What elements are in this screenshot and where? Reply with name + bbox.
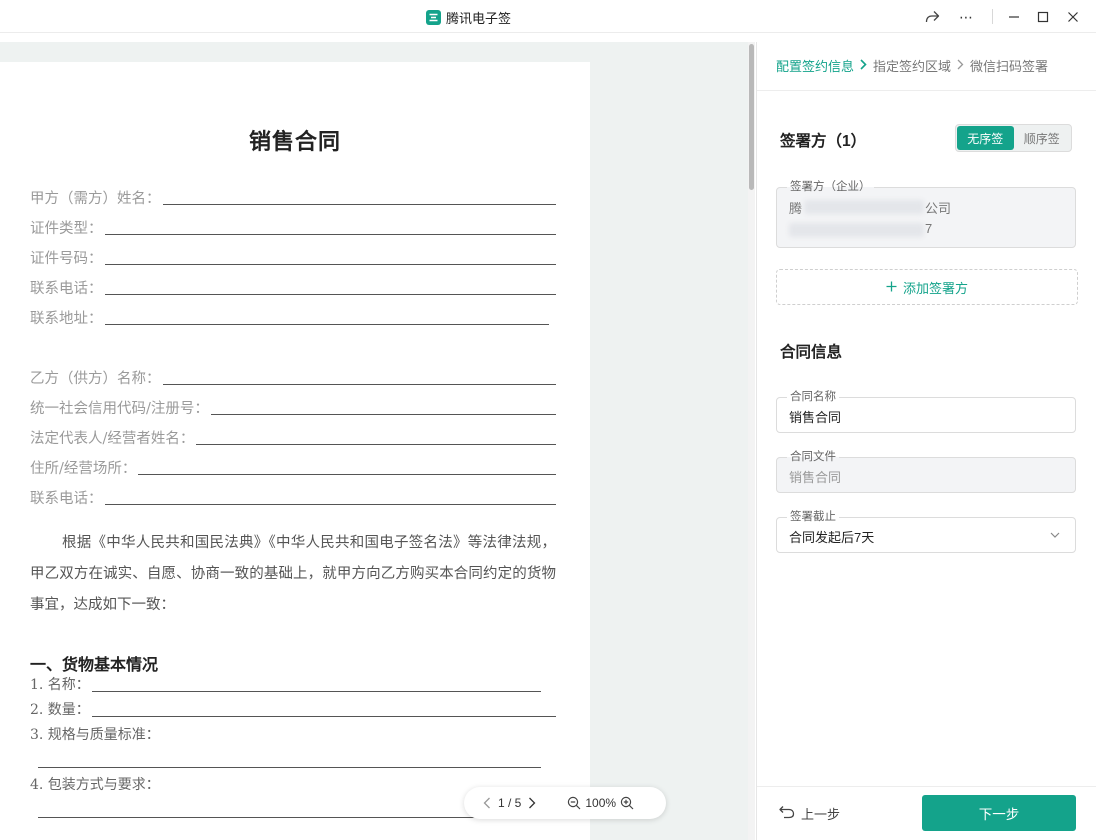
- contract-name-label: 合同名称: [787, 390, 839, 404]
- redacted-contact: [789, 223, 924, 237]
- signer-company-start: 腾: [789, 201, 803, 216]
- signer-card[interactable]: 签署方（企业） 腾 公司 7: [776, 180, 1076, 248]
- contract-info-title: 合同信息: [780, 344, 843, 361]
- party-b-credit-code-field: 统一社会信用代码/注册号：: [30, 396, 556, 418]
- zoom-level: 100%: [585, 796, 617, 810]
- document-scrollbar[interactable]: [748, 42, 755, 840]
- minimize-icon[interactable]: [1003, 6, 1025, 28]
- add-signer-button[interactable]: 添加签署方: [776, 269, 1078, 305]
- chevron-right-icon: [957, 59, 964, 73]
- spec-blank-line: [38, 767, 541, 768]
- titlebar-divider: [992, 9, 993, 24]
- signer-section-title: 签署方（1）: [780, 133, 867, 150]
- step-area[interactable]: 指定签约区域: [873, 56, 951, 75]
- zoom-in-icon[interactable]: [617, 793, 637, 813]
- step-wechat-sign[interactable]: 微信扫码签署: [970, 56, 1048, 75]
- document-title: 销售合同: [248, 130, 341, 155]
- intro-paragraph: 根据《中华人民共和国民法典》《中华人民共和国电子签名法》等法律法规，甲乙双方在诚…: [30, 535, 556, 613]
- party-a-address-field: 联系地址：: [30, 306, 549, 328]
- party-b-phone-field: 联系电话：: [30, 486, 556, 508]
- contract-file-value: 销售合同: [789, 470, 842, 485]
- contract-name-value: 销售合同: [789, 410, 842, 425]
- footer-divider: [757, 786, 1096, 787]
- chevron-down-icon: [1049, 529, 1061, 541]
- deadline-label: 签署截止: [787, 510, 839, 524]
- share-icon[interactable]: [921, 6, 943, 28]
- config-panel: 配置签约信息 指定签约区域 微信扫码签署 签署方（1） 无序签 顺序签 签署方（…: [756, 42, 1096, 840]
- zoom-out-icon[interactable]: [564, 793, 584, 813]
- party-a-phone-field: 联系电话：: [30, 276, 556, 298]
- signer-contact-end: 7: [925, 221, 933, 236]
- party-a-id-type-field: 证件类型：: [30, 216, 556, 238]
- plus-icon: [886, 280, 897, 295]
- party-b-name-field: 乙方（供方）名称：: [30, 366, 556, 388]
- party-a-name-field: 甲方（需方）姓名：: [30, 186, 556, 208]
- document-page: 销售合同 甲方（需方）姓名： 证件类型： 证件号码： 联系电话： 联系地址： 乙…: [0, 62, 590, 840]
- section-heading: 一、货物基本情况: [30, 655, 159, 674]
- contract-file-label: 合同文件: [787, 450, 839, 464]
- title-bar: 腾讯电子签 ⋯: [0, 0, 1096, 33]
- prev-page-icon[interactable]: [477, 793, 497, 813]
- chevron-right-icon: [860, 58, 867, 73]
- page-indicator: 1 / 5: [498, 796, 522, 810]
- close-icon[interactable]: [1062, 6, 1084, 28]
- party-b-address-field: 住所/经营场所：: [30, 456, 556, 478]
- next-page-icon[interactable]: [522, 793, 542, 813]
- item-name: 1. 名称：: [30, 674, 541, 694]
- party-b-representative-field: 法定代表人/经营者姓名：: [30, 426, 556, 448]
- contract-name-field[interactable]: 合同名称 销售合同: [776, 390, 1076, 433]
- next-step-button[interactable]: 下一步: [922, 795, 1076, 831]
- item-spec: 3. 规格与质量标准：: [30, 727, 160, 743]
- app-logo-icon: [426, 9, 441, 25]
- step-config[interactable]: 配置签约信息: [776, 56, 854, 75]
- packaging-blank-line: [38, 817, 541, 818]
- ordered-sign-option[interactable]: 顺序签: [1014, 126, 1071, 150]
- more-icon[interactable]: ⋯: [955, 6, 977, 28]
- contract-file-field: 合同文件 销售合同: [776, 450, 1076, 493]
- undo-arrow-icon: [779, 805, 795, 822]
- page-toolbar: 1 / 5 100%: [464, 787, 666, 819]
- party-a-id-number-field: 证件号码：: [30, 246, 556, 268]
- unordered-sign-option[interactable]: 无序签: [957, 126, 1014, 150]
- prev-step-button[interactable]: 上一步: [779, 802, 840, 824]
- sign-order-toggle: 无序签 顺序签: [955, 124, 1072, 152]
- steps-divider: [757, 90, 1096, 91]
- prev-step-label: 上一步: [801, 806, 841, 822]
- maximize-icon[interactable]: [1032, 6, 1054, 28]
- app-title: 腾讯电子签: [426, 8, 511, 26]
- step-breadcrumb: 配置签约信息 指定签约区域 微信扫码签署: [776, 56, 1048, 75]
- deadline-value: 合同发起后7天: [789, 530, 875, 545]
- deadline-select[interactable]: 签署截止 合同发起后7天: [776, 510, 1076, 553]
- redacted-company: [804, 200, 924, 214]
- signer-company-end: 公司: [925, 201, 952, 216]
- document-viewer[interactable]: 销售合同 甲方（需方）姓名： 证件类型： 证件号码： 联系电话： 联系地址： 乙…: [0, 42, 755, 840]
- app-title-text: 腾讯电子签: [446, 10, 512, 26]
- item-quantity: 2. 数量：: [30, 699, 556, 719]
- scrollbar-thumb[interactable]: [749, 44, 754, 190]
- add-signer-label: 添加签署方: [902, 280, 968, 296]
- signer-card-label: 签署方（企业）: [787, 180, 874, 194]
